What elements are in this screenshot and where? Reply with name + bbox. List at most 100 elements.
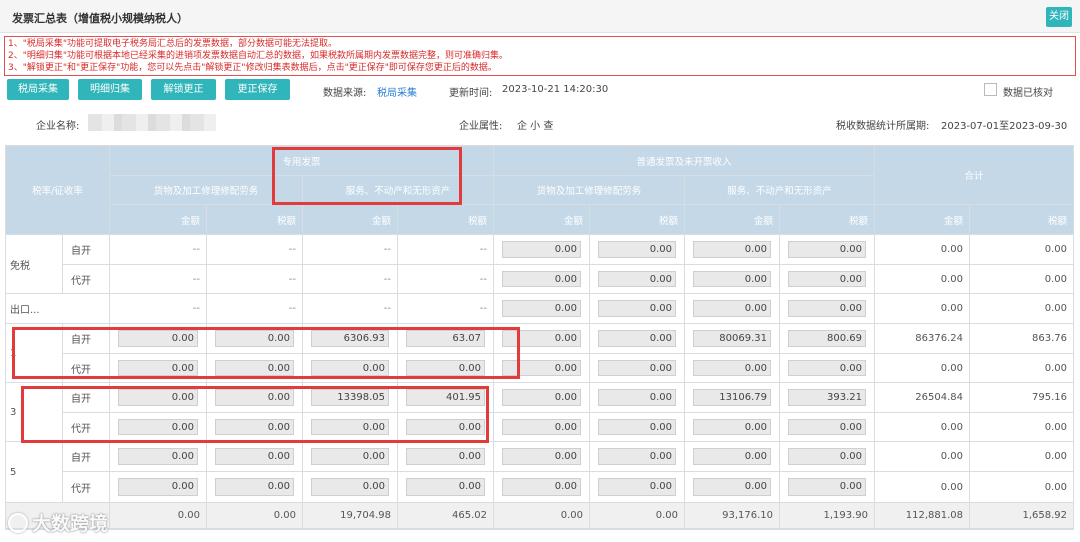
amount-input[interactable]: 0.00 [598,389,676,406]
amount-input[interactable]: 0.00 [502,419,581,435]
amount-input[interactable]: 0.00 [215,360,294,376]
amount-input[interactable]: 0.00 [215,330,294,347]
amount-input[interactable]: 13106.79 [693,389,771,406]
amount-input[interactable]: 0.00 [118,360,198,376]
amount-input[interactable]: 0.00 [215,419,294,435]
amount-input[interactable]: 0.00 [502,478,581,496]
value-cell: 0.00 [590,324,685,354]
amount-input[interactable]: 0.00 [693,478,771,496]
amount-input[interactable]: 0.00 [502,241,581,258]
amount-input[interactable]: 80069.31 [693,330,771,347]
company-name-label: 企业名称: [36,121,80,132]
amount-input[interactable]: 0.00 [118,448,198,465]
amount-input[interactable]: 0.00 [693,360,771,376]
amount-input[interactable]: 401.95 [406,389,485,406]
amount-input[interactable]: 0.00 [406,478,485,496]
grand-total-cell: 0.00 [110,503,207,529]
title-bar: 发票汇总表（增值税小规模纳税人） 关闭 [0,0,1080,33]
value-cell: 0.00 [398,354,494,383]
amount-input[interactable]: 0.00 [406,360,485,376]
data-verified-checkbox[interactable] [984,83,997,96]
amount-input[interactable]: 0.00 [502,389,581,406]
total-value-cell: 0.00 [875,354,970,383]
value-cell: 6306.93 [303,324,398,354]
amount-input[interactable]: 0.00 [693,300,771,317]
amount-input[interactable]: 0.00 [406,448,485,465]
tax-bureau-collect-button[interactable]: 税局采集 [7,79,69,100]
value-cell: 0.00 [207,324,303,354]
amount-header: 金额 [875,205,970,235]
amount-input[interactable]: 0.00 [118,478,198,496]
amount-input[interactable]: 0.00 [406,419,485,435]
amount-input[interactable]: 0.00 [693,448,771,465]
issue-type-cell: 代开 [63,354,110,383]
total-value-cell: 0.00 [875,413,970,442]
value-cell: -- [303,294,398,324]
amount-input[interactable]: 0.00 [788,478,866,496]
amount-input[interactable]: 393.21 [788,389,866,406]
amount-input[interactable]: 0.00 [502,448,581,465]
amount-input[interactable]: 0.00 [311,448,389,465]
amount-input[interactable]: 0.00 [598,300,676,317]
save-correction-button[interactable]: 更正保存 [225,79,290,100]
tax-header: 税额 [207,205,303,235]
amount-input[interactable]: 0.00 [598,448,676,465]
issue-type-cell: 自开 [63,383,110,413]
grand-total-cell: 93,176.10 [685,503,780,529]
total-header: 合计 [875,146,1074,205]
amount-input[interactable]: 0.00 [598,241,676,258]
amount-input[interactable]: 0.00 [598,419,676,435]
amount-input[interactable]: 0.00 [788,271,866,287]
value-cell: 0.00 [780,294,875,324]
value-cell: 0.00 [590,354,685,383]
amount-input[interactable]: 800.69 [788,330,866,347]
data-source-link[interactable]: 税局采集 [377,84,417,99]
services-header: 服务、不动产和无形资产 [303,176,494,205]
detail-aggregate-button[interactable]: 明细归集 [78,79,142,100]
amount-input[interactable]: 63.07 [406,330,485,347]
amount-input[interactable]: 13398.05 [311,389,389,406]
value-cell: 0.00 [494,265,590,294]
total-value-cell: 0.00 [970,442,1074,472]
amount-input[interactable]: 0.00 [788,419,866,435]
amount-input[interactable]: 0.00 [311,419,389,435]
amount-input[interactable]: 0.00 [502,360,581,376]
amount-input[interactable]: 6306.93 [311,330,389,347]
unlock-correct-button[interactable]: 解锁更正 [151,79,216,100]
grand-total-cell: 0.00 [494,503,590,529]
amount-input[interactable]: 0.00 [502,300,581,317]
amount-input[interactable]: 0.00 [598,330,676,347]
amount-input[interactable]: 0.00 [693,419,771,435]
amount-input[interactable]: 0.00 [598,271,676,287]
data-source-label: 数据来源: [323,88,367,99]
amount-input[interactable]: 0.00 [598,478,676,496]
amount-input[interactable]: 0.00 [311,360,389,376]
amount-header: 金额 [303,205,398,235]
amount-input[interactable]: 0.00 [788,448,866,465]
amount-input[interactable]: 0.00 [693,241,771,258]
amount-input[interactable]: 0.00 [788,300,866,317]
close-button[interactable]: 关闭 [1046,7,1072,27]
amount-input[interactable]: 0.00 [118,419,198,435]
amount-input[interactable]: 0.00 [215,448,294,465]
value-cell: 0.00 [685,294,780,324]
value-cell: -- [207,235,303,265]
total-value-cell: 0.00 [875,265,970,294]
amount-input[interactable]: 0.00 [788,360,866,376]
amount-input[interactable]: 0.00 [215,478,294,496]
amount-input[interactable]: 0.00 [118,389,198,406]
amount-input[interactable]: 0.00 [788,241,866,258]
grand-total-cell: 19,704.98 [303,503,398,529]
value-cell: 0.00 [685,265,780,294]
amount-input[interactable]: 0.00 [693,271,771,287]
value-cell: 0.00 [590,235,685,265]
amount-input[interactable]: 0.00 [118,330,198,347]
total-value-cell: 0.00 [970,294,1074,324]
amount-input[interactable]: 0.00 [502,330,581,347]
amount-input[interactable]: 0.00 [502,271,581,287]
amount-input[interactable]: 0.00 [311,478,389,496]
value-cell: 800.69 [780,324,875,354]
total-value-cell: 0.00 [970,472,1074,503]
amount-input[interactable]: 0.00 [215,389,294,406]
amount-input[interactable]: 0.00 [598,360,676,376]
